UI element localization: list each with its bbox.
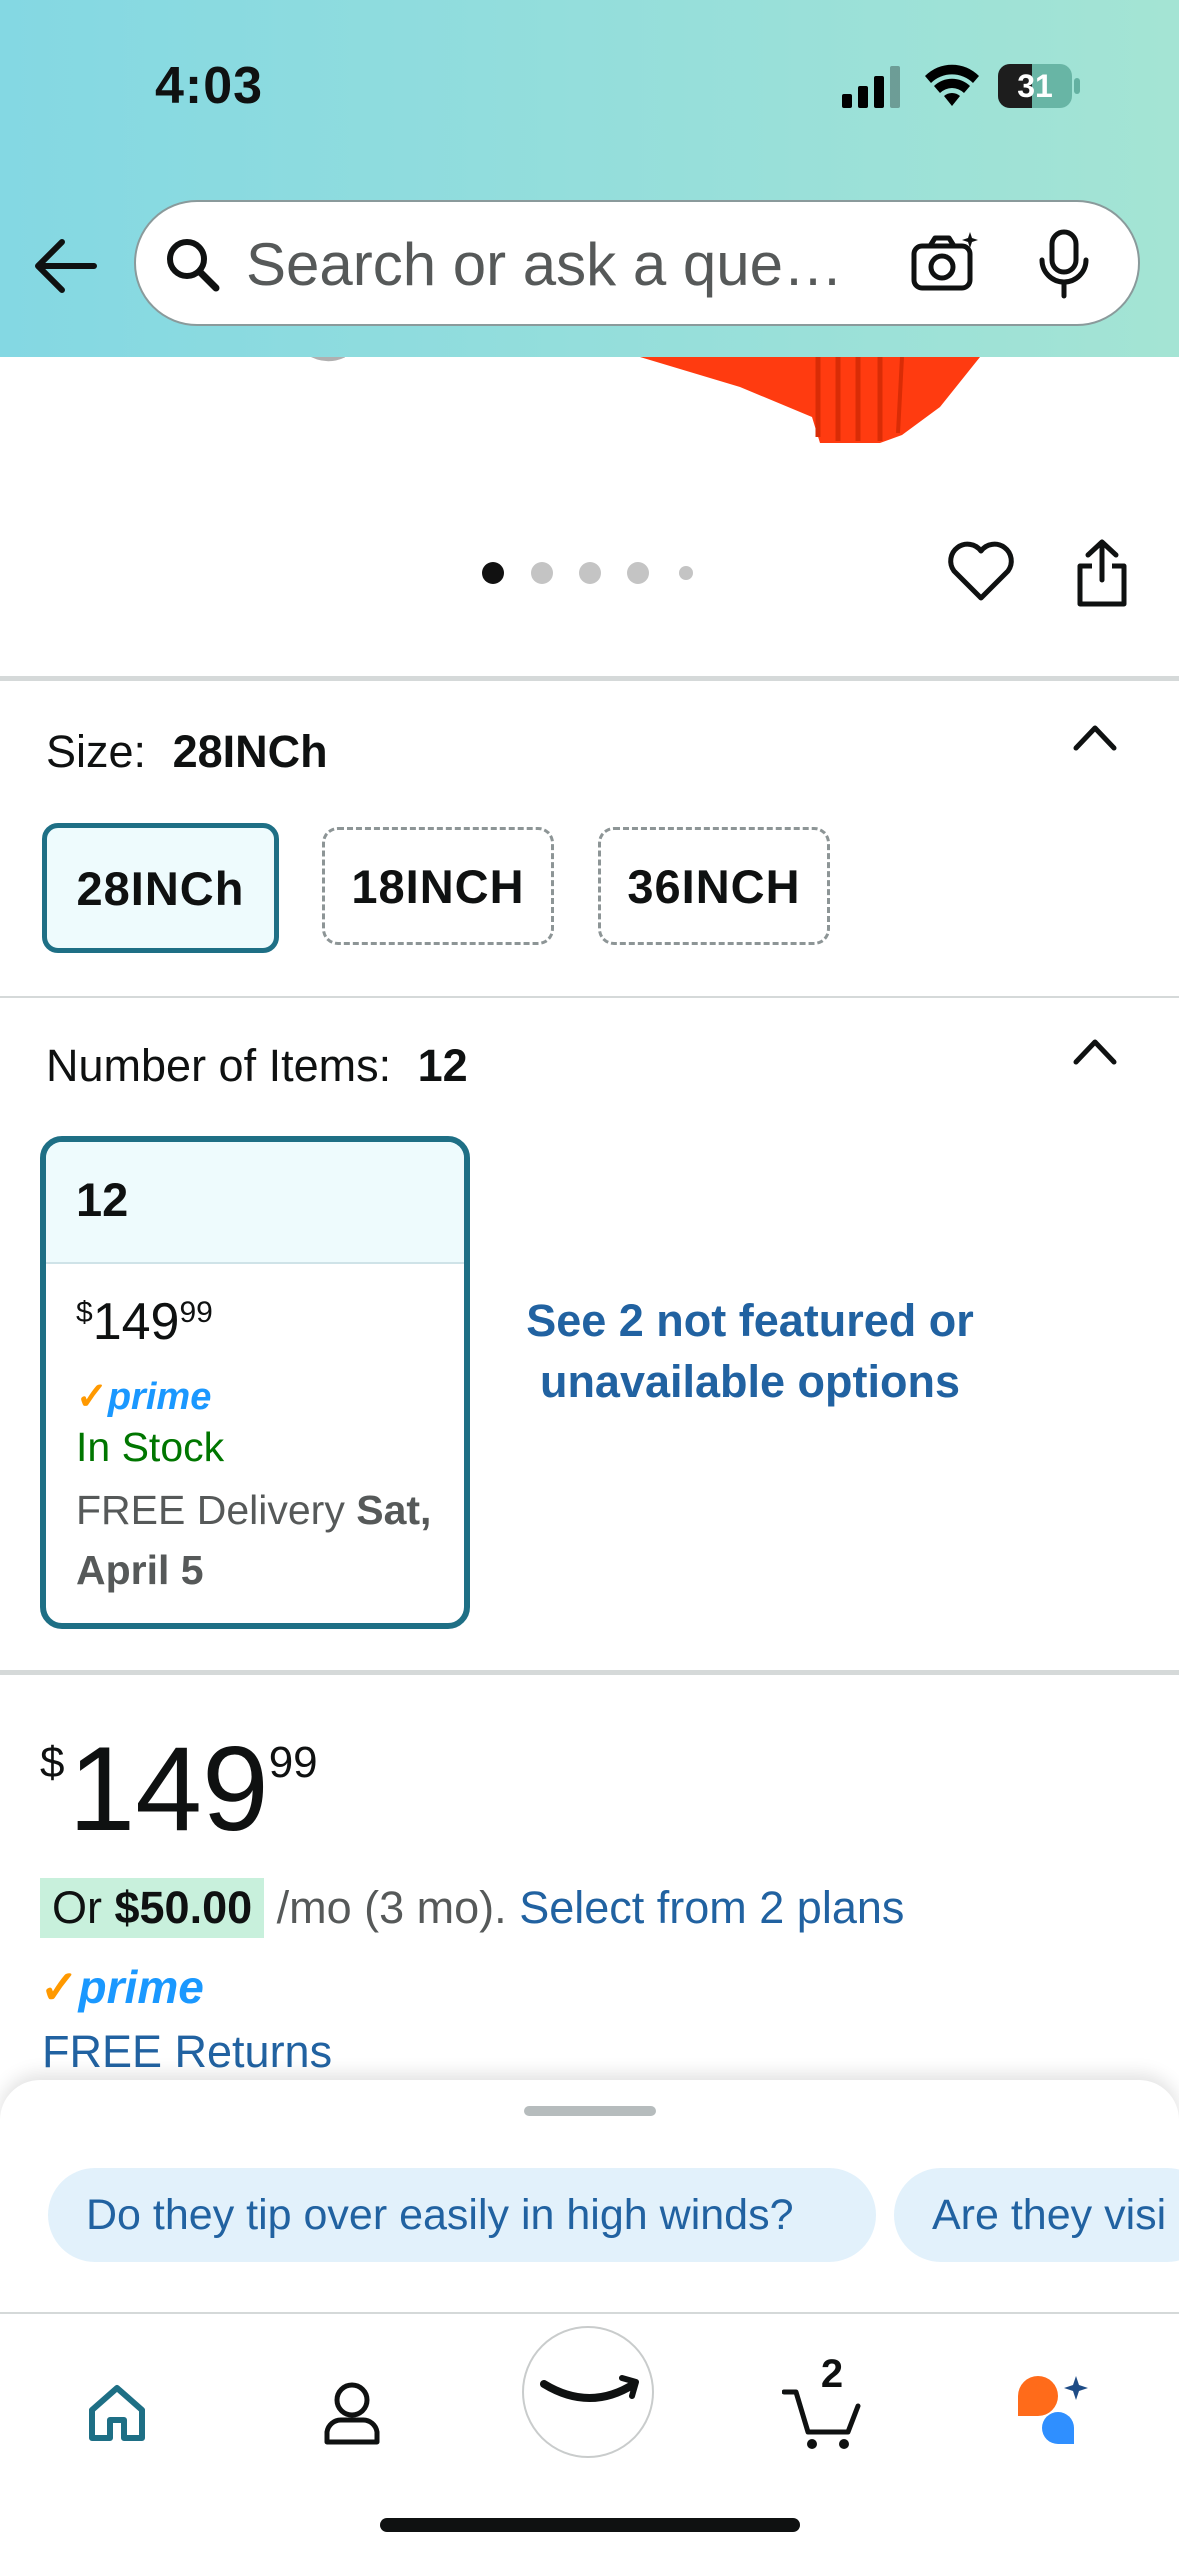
battery-icon: 31	[998, 64, 1082, 108]
size-label: Size:	[46, 726, 147, 777]
product-image[interactable]	[640, 357, 980, 443]
item-option-price: $14999	[76, 1292, 213, 1352]
price-cents: 99	[179, 1296, 213, 1329]
size-label-row: Size: 28INCh	[46, 726, 328, 778]
carousel-dot[interactable]	[627, 562, 649, 584]
price-whole: 149	[92, 1293, 180, 1351]
price-cents: 99	[268, 1738, 318, 1787]
delivery-info: FREE Delivery Sat, April 5	[76, 1480, 456, 1600]
search-input[interactable]: Search or ask a que…	[246, 230, 896, 299]
items-label: Number of Items:	[46, 1040, 392, 1091]
suggested-question-chip[interactable]: Are they visi	[894, 2168, 1179, 2262]
cellular-signal-icon	[842, 66, 900, 108]
plan-amount: $50.00	[114, 1882, 253, 1933]
see-unavailable-options-link[interactable]: See 2 not featured or unavailable option…	[520, 1290, 980, 1412]
item-option-header: 12	[46, 1142, 464, 1264]
item-option-count: 12	[76, 1173, 129, 1226]
prime-badge: ✓prime	[76, 1376, 212, 1418]
sheet-drag-handle[interactable]	[524, 2106, 656, 2116]
account-icon[interactable]	[322, 2380, 382, 2446]
size-option-18inch[interactable]: 18INCH	[322, 827, 554, 945]
prime-badge: ✓prime	[40, 1961, 204, 2013]
size-selected-value: 28INCh	[172, 726, 328, 777]
amazon-smile-icon	[540, 2375, 639, 2402]
main-price: $14999	[40, 1720, 318, 1858]
carousel-dot[interactable]	[679, 566, 693, 580]
chevron-up-icon[interactable]	[1072, 1036, 1118, 1066]
suggested-question-chip[interactable]: Do they tip over easily in high winds?	[48, 2168, 876, 2262]
back-arrow-icon[interactable]	[32, 236, 98, 296]
section-divider	[0, 996, 1179, 998]
rufus-assistant-icon[interactable]	[1014, 2372, 1094, 2452]
camera-search-icon[interactable]	[910, 230, 980, 294]
free-returns-link[interactable]: FREE Returns	[42, 2026, 332, 2078]
heart-wishlist-icon[interactable]	[946, 540, 1016, 604]
price-whole: 149	[68, 1722, 269, 1856]
cart-count-badge: 2	[820, 2352, 844, 2396]
prime-check-icon: ✓	[76, 1376, 108, 1418]
item-option-card[interactable]: 12 $14999 ✓prime In Stock FREE Delivery …	[40, 1136, 470, 1629]
search-icon	[167, 239, 220, 292]
delivery-prefix: FREE Delivery	[76, 1487, 357, 1533]
carousel-dot[interactable]	[579, 562, 601, 584]
size-option-28inch[interactable]: 28INCh	[42, 823, 279, 953]
share-icon[interactable]	[1074, 538, 1130, 608]
plan-term: /mo (3 mo).	[264, 1882, 520, 1933]
home-icon[interactable]	[86, 2382, 148, 2444]
rufus-suggestion-sheet: Do they tip over easily in high winds? A…	[0, 2080, 1179, 2316]
items-label-row: Number of Items: 12	[46, 1040, 468, 1092]
wifi-icon	[925, 64, 979, 106]
carousel-dot-active[interactable]	[482, 562, 504, 584]
status-time: 4:03	[155, 57, 264, 115]
select-plans-link[interactable]: Select from 2 plans	[519, 1882, 904, 1933]
section-divider	[0, 676, 1179, 681]
installment-highlight: Or $50.00	[40, 1878, 265, 1938]
price-symbol: $	[40, 1738, 65, 1787]
battery-level: 31	[1017, 68, 1053, 104]
chevron-up-icon[interactable]	[1072, 722, 1118, 752]
search-bar[interactable]: Search or ask a que…	[134, 200, 1140, 326]
home-indicator	[380, 2518, 800, 2532]
price-symbol: $	[76, 1296, 93, 1329]
installment-plan-row: Or $50.00 /mo (3 mo). Select from 2 plan…	[40, 1878, 904, 1938]
plan-or: Or	[52, 1882, 115, 1933]
items-selected-value: 12	[417, 1040, 468, 1091]
size-option-36inch[interactable]: 36INCH	[598, 827, 830, 945]
prime-check-icon: ✓	[40, 1961, 79, 2013]
microphone-icon[interactable]	[1034, 228, 1094, 300]
amazon-smile-button[interactable]	[522, 2326, 654, 2458]
header-bar: 4:03 31 Search or ask a que…	[0, 0, 1179, 357]
stock-status: In Stock	[76, 1424, 225, 1470]
section-divider	[0, 1670, 1179, 1675]
carousel-dot[interactable]	[531, 562, 553, 584]
